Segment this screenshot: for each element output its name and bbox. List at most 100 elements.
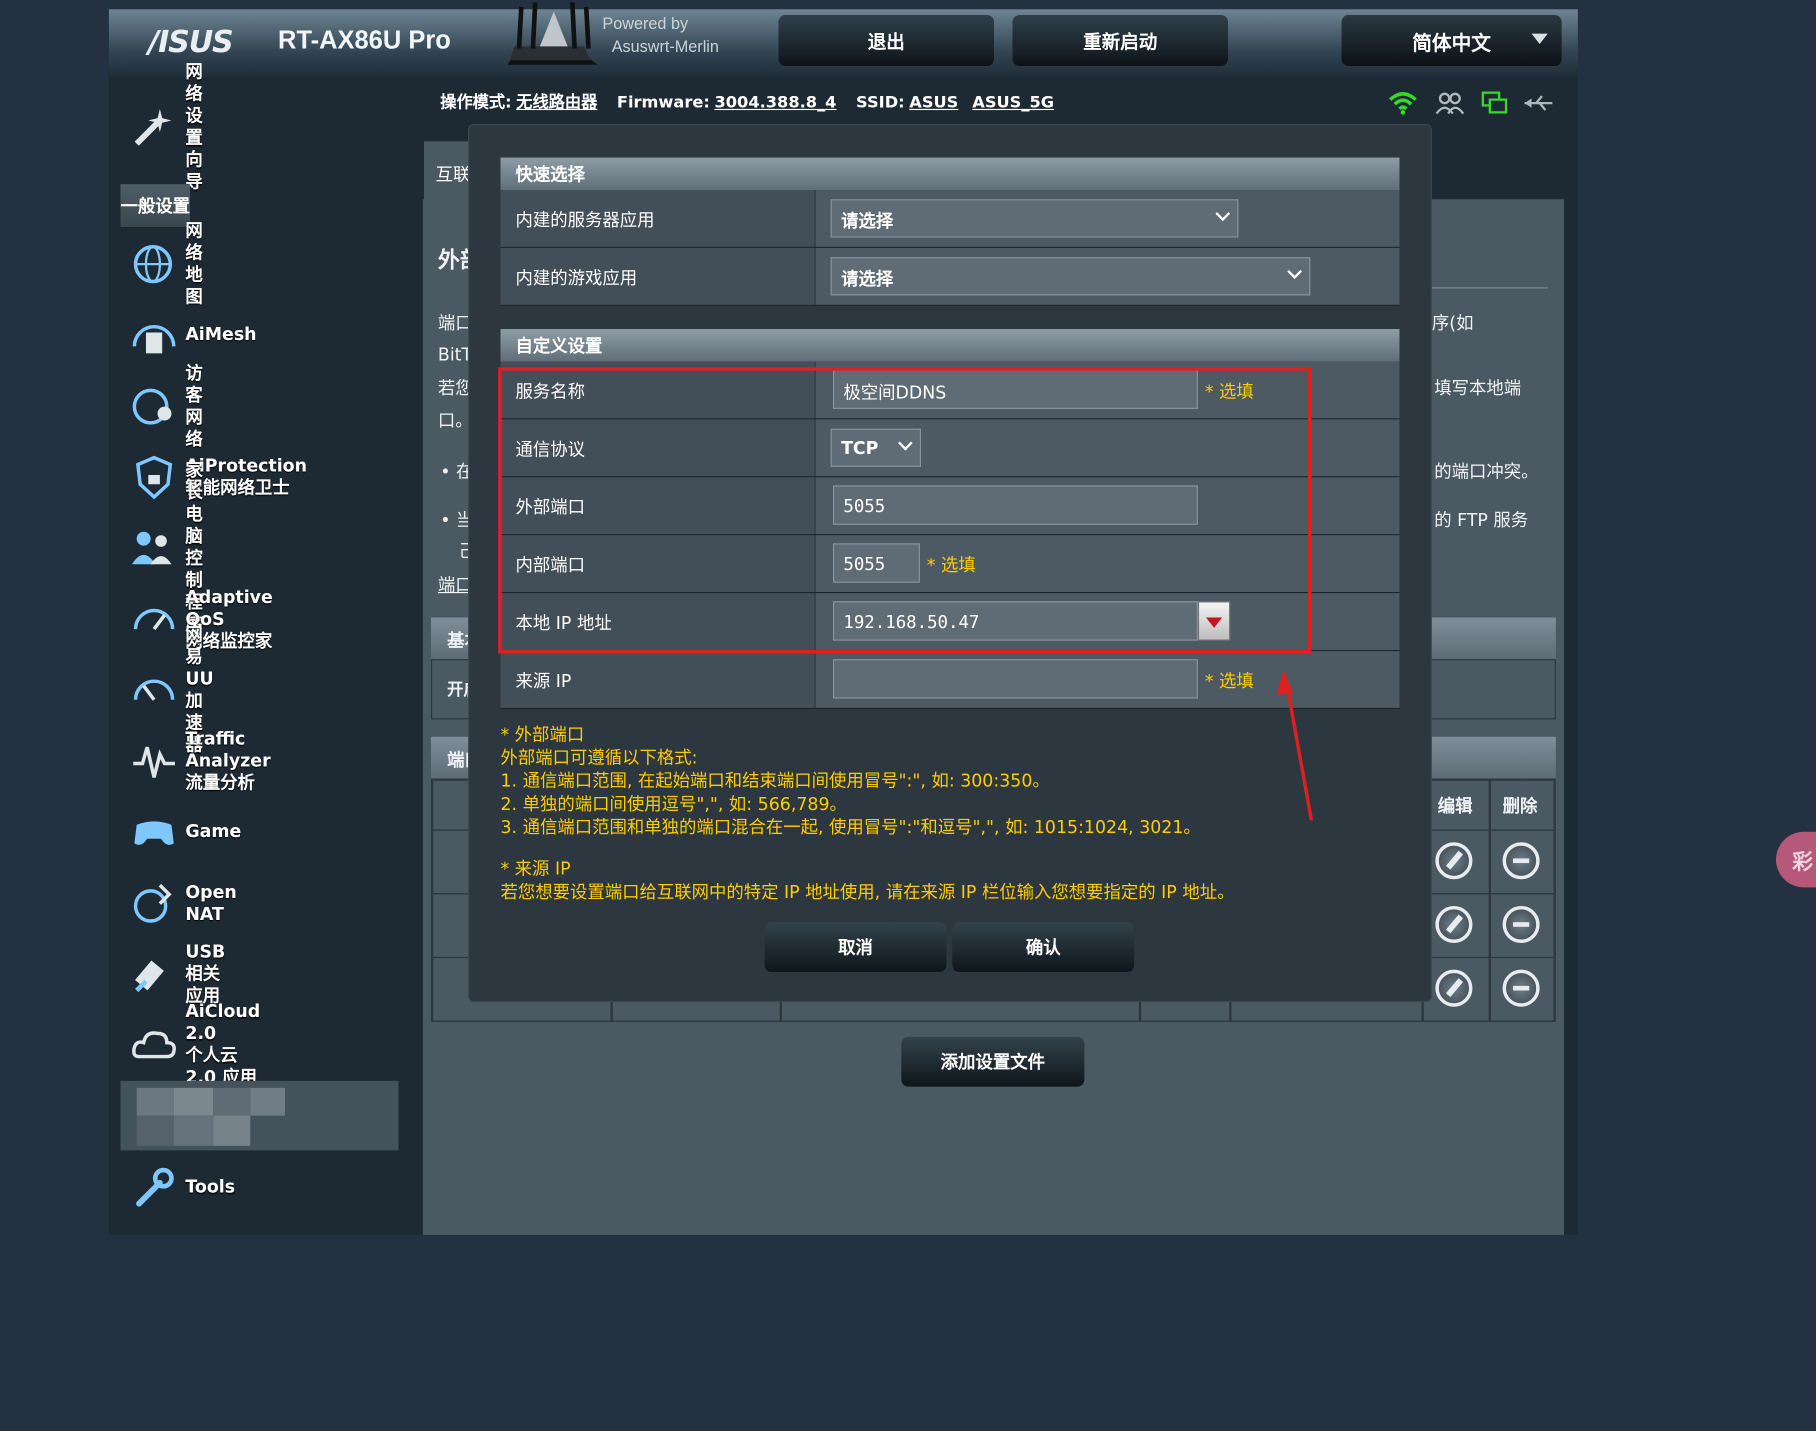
mesh-icon (132, 325, 176, 354)
accelerator-icon (133, 679, 175, 701)
game-app-select[interactable]: 请选择 (830, 257, 1311, 296)
col-edit: 编辑 (1437, 795, 1473, 817)
annotation-arrow (1276, 669, 1314, 821)
open-nat-icon (133, 883, 172, 923)
gamepad-icon (134, 821, 174, 846)
sidebar-section-general: 一般设置 (120, 184, 191, 229)
col-delete: 删除 (1502, 795, 1538, 817)
sidebar-label-line1: 访客网络 (185, 362, 203, 450)
wizard-icon (134, 108, 172, 146)
quick-select-header: 快速选择 (500, 157, 1400, 190)
asus-logo: /ISUS (148, 25, 233, 61)
delete-icon[interactable] (1502, 905, 1540, 944)
wrench-icon (136, 1167, 174, 1206)
sidebar-label-line1: AiMesh (185, 324, 257, 345)
desc-text: 填写本地端 (1434, 377, 1522, 399)
source-ip-input[interactable] (832, 659, 1198, 699)
note-line: * 来源 IP (500, 858, 571, 880)
floating-widget[interactable]: 彩 (1775, 831, 1816, 888)
guest-network-icon (132, 388, 172, 425)
traffic-analyzer-icon (133, 746, 175, 778)
sidebar-label: 网络设置向导 (185, 60, 203, 192)
ok-button[interactable]: 确认 (952, 922, 1135, 972)
desc-text: BitT (437, 344, 473, 365)
router-icon (507, 2, 598, 65)
edit-icon[interactable] (1435, 905, 1473, 944)
note-line: 2. 单独的端口间使用逗号",", 如: 566,789。 (500, 793, 847, 815)
mode-link[interactable]: 无线路由器 (516, 94, 597, 113)
note-line: 外部端口可遵循以下格式: (500, 747, 698, 769)
parental-control-icon (132, 531, 172, 565)
ssid-link-24g[interactable]: ASUS (909, 94, 958, 113)
edit-icon[interactable] (1435, 969, 1473, 1007)
desc-text: 口。 (437, 410, 473, 431)
sidebar-label: AiMesh (185, 324, 256, 346)
sidebar-label-line1: AiCloud 2.0 (185, 1001, 261, 1045)
desc-text: 的 FTP 服务 (1434, 509, 1529, 531)
usb-app-icon (135, 960, 164, 993)
desc-text: 端口 (437, 312, 473, 334)
mode-label: 操作模式: (440, 93, 512, 113)
wifi-icon[interactable] (1388, 90, 1418, 115)
server-app-label: 内建的服务器应用 (500, 189, 815, 247)
chevron-down-icon (1215, 206, 1231, 222)
sidebar-label: 访客网络 (185, 362, 202, 450)
edit-icon[interactable] (1435, 842, 1473, 880)
powered-by-line: Powered by (602, 13, 689, 33)
help-notes: * 外部端口 外部端口可遵循以下格式: 1. 通信端口范围, 在起始端口和结束端口间… (500, 723, 1404, 904)
sidebar-label-line1: AiProtection (185, 455, 307, 477)
sidebar-label: USB 相关应用 (185, 941, 225, 1007)
blurred-item (120, 1080, 399, 1151)
optional-hint: * 选填 (1204, 670, 1254, 692)
internet-status-icon[interactable] (1481, 90, 1509, 115)
col-divider (1488, 779, 1491, 1022)
cancel-button[interactable]: 取消 (764, 922, 947, 972)
faq-link[interactable]: 端口 (438, 572, 473, 596)
sidebar-label: Game (185, 821, 241, 843)
sidebar-label-line1: Traffic Analyzer (185, 728, 271, 772)
usb-icon[interactable] (1522, 90, 1554, 115)
ssid-link-5g[interactable]: ASUS_5G (972, 94, 1054, 113)
source-ip-row: 来源 IP * 选填 (500, 651, 1400, 710)
clients-icon[interactable] (1434, 90, 1465, 115)
sidebar-label: Open NAT (185, 881, 236, 925)
add-profile-button[interactable]: 添加设置文件 (901, 1036, 1085, 1087)
note-line: 若您想要设置端口给互联网中的特定 IP 地址使用, 请在来源 IP 栏位输入您想… (500, 881, 1235, 903)
desc-text: 若您 (437, 377, 473, 399)
language-select[interactable]: 简体中文 (1341, 15, 1562, 67)
sidebar-label: AiProtection 智能网络卫士 (185, 455, 307, 499)
shield-icon (135, 455, 173, 500)
sidebar-label-line1: 网络地图 (185, 220, 203, 308)
field-cell: 请选择 (815, 189, 1400, 247)
globe-icon (133, 245, 173, 284)
server-app-select[interactable]: 请选择 (830, 199, 1239, 238)
chevron-down-icon (1531, 33, 1548, 45)
sidebar-label-line1: Open NAT (185, 881, 237, 925)
reboot-button[interactable]: 重新启动 (1012, 15, 1229, 67)
status-bar: 操作模式: 无线路由器 Firmware: 3004.388.8_4 SSID: AS… (440, 90, 1068, 113)
sidebar-label: 网络地图 (185, 220, 202, 308)
note-line: * 外部端口 (500, 724, 585, 745)
logout-button[interactable]: 退出 (778, 15, 994, 67)
firmware-link[interactable]: 3004.388.8_4 (714, 94, 836, 113)
game-app-label: 内建的游戏应用 (500, 247, 815, 305)
router-model: RT-AX86U Pro (278, 25, 451, 55)
delete-icon[interactable] (1502, 842, 1540, 880)
sidebar-label-line2: 流量分析 (185, 772, 255, 794)
note-line (500, 839, 1404, 858)
sidebar-label-line1: Adaptive QoS (185, 586, 273, 630)
sidebar-label: Tools (185, 1175, 236, 1197)
sidebar-label: AiCloud 2.0 个人云 2.0 应用 (185, 1001, 260, 1089)
desc-text: 序(如 (1431, 312, 1474, 334)
delete-icon[interactable] (1502, 969, 1540, 1007)
sidebar-label-line1: Game (185, 821, 242, 843)
note-line: 1. 通信端口范围, 在起始端口和结束端口间使用冒号":", 如: 300:35… (500, 770, 1050, 792)
field-cell: 请选择 (815, 247, 1400, 305)
firmware-label: Firmware: (616, 93, 710, 113)
select-value: 请选择 (841, 210, 894, 232)
powered-by: Powered by Asuswrt-Merlin (602, 12, 719, 58)
note-line: 3. 通信端口范围和单独的端口混合在一起, 使用冒号":"和逗号",", 如: … (500, 816, 1201, 838)
game-app-row: 内建的游戏应用 请选择 (500, 247, 1400, 306)
sidebar-label-line1: USB 相关应用 (185, 941, 226, 1007)
highlight-box (498, 367, 1312, 654)
